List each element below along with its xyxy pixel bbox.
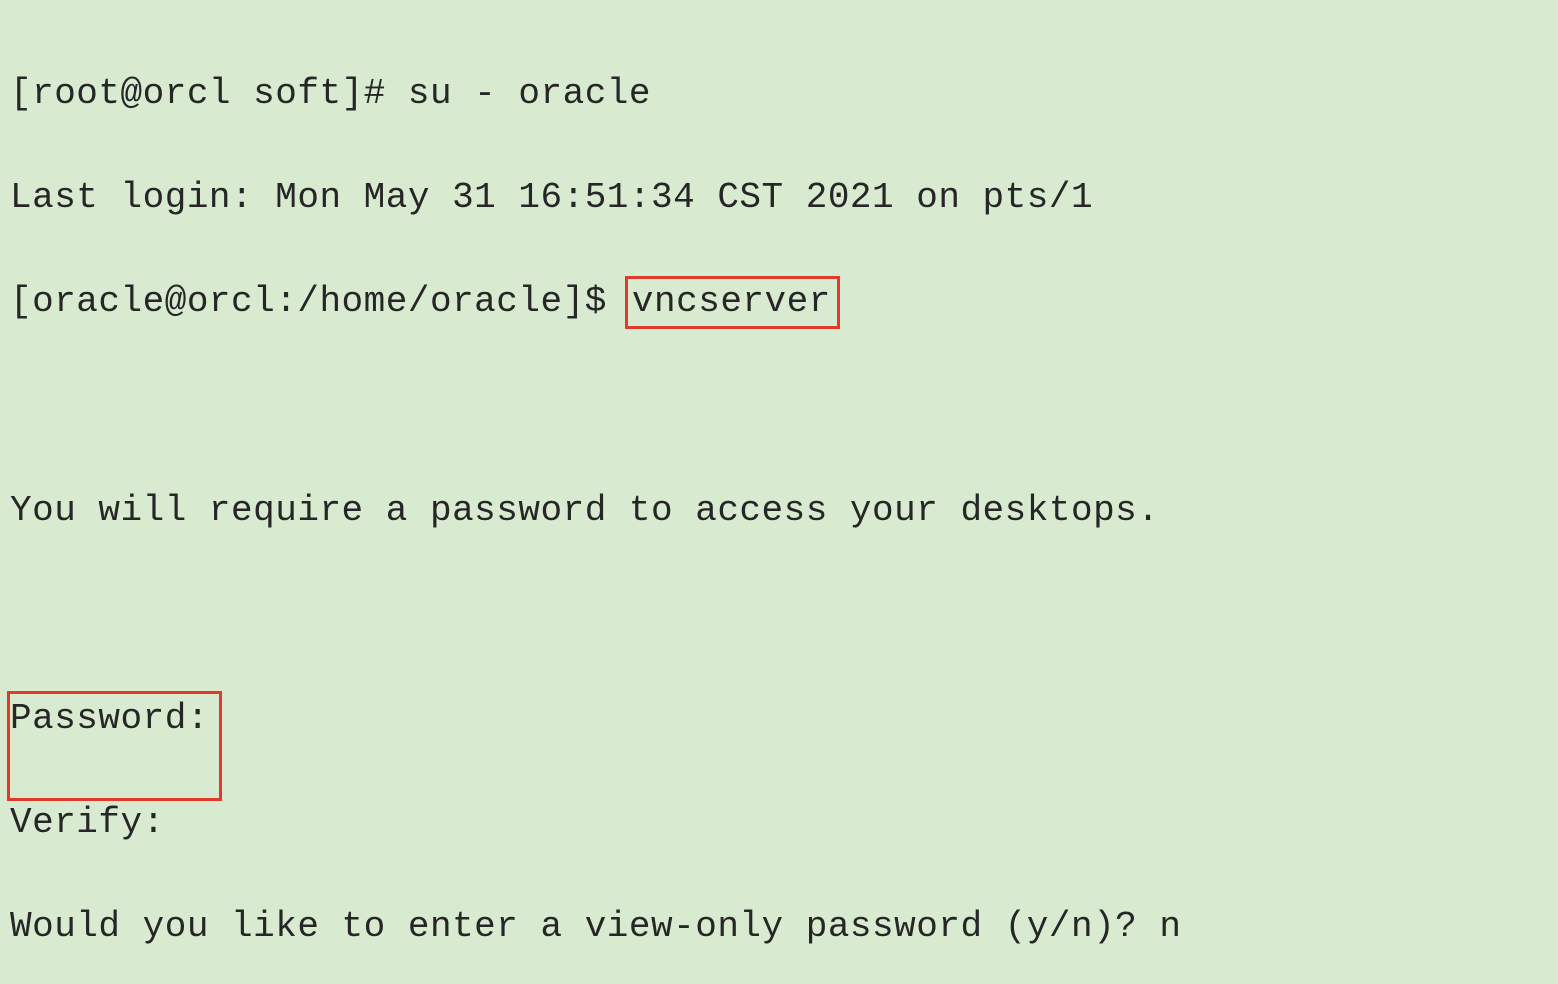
terminal-line: You will require a password to access yo… (10, 485, 1548, 537)
terminal-output[interactable]: [root@orcl soft]# su - oracle Last login… (0, 0, 1558, 984)
shell-command: su - oracle (408, 73, 651, 114)
terminal-line: Verify: (10, 797, 1548, 849)
highlight-password-verify (7, 691, 222, 801)
terminal-line: [root@orcl soft]# su - oracle (10, 68, 1548, 120)
highlight-vncserver: vncserver (625, 276, 840, 329)
terminal-line: [oracle@orcl:/home/oracle]$ vncserver (10, 276, 1548, 329)
terminal-line-blank (10, 381, 1548, 433)
terminal-line: Password: (10, 693, 1548, 745)
shell-prompt: [root@orcl soft]# (10, 73, 408, 114)
terminal-line-blank (10, 589, 1548, 641)
terminal-line: Last login: Mon May 31 16:51:34 CST 2021… (10, 172, 1548, 224)
shell-prompt: [oracle@orcl:/home/oracle]$ (10, 281, 629, 322)
terminal-line: Would you like to enter a view-only pass… (10, 901, 1548, 953)
